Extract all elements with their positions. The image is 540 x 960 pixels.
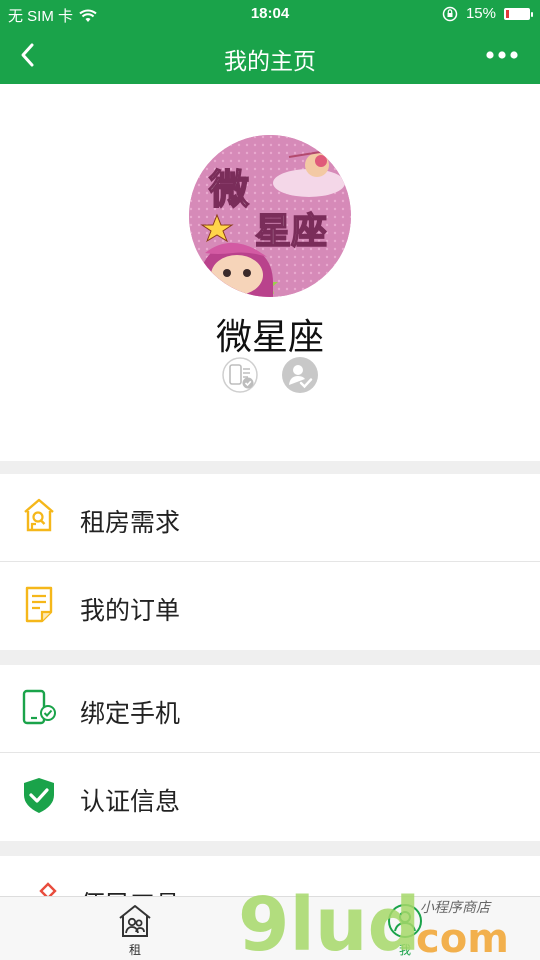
avatar-text-2: 星座: [255, 211, 327, 252]
tab-label: 我: [398, 943, 411, 957]
user-profile-icon: [388, 904, 422, 938]
orientation-lock-icon: [442, 6, 458, 21]
menu-item-rent-demand[interactable]: 租房需求: [0, 474, 540, 562]
identity-verified-icon[interactable]: [281, 356, 319, 394]
more-dots-icon[interactable]: [484, 45, 520, 65]
avatar-text-1: 微: [208, 167, 249, 213]
verification-badges: [0, 356, 540, 394]
rent-house-icon: [119, 905, 151, 937]
menu-item-label: 租房需求: [80, 509, 181, 537]
menu-item-bind-phone[interactable]: 绑定手机: [0, 665, 540, 753]
nav-bar: 我的主页: [0, 28, 540, 84]
tab-bar: 租 我: [0, 896, 540, 960]
phone-verified-icon[interactable]: [221, 356, 259, 394]
menu-group-primary: 租房需求 我的订单: [0, 474, 540, 650]
status-right: 15%: [442, 5, 533, 22]
battery-level: [506, 9, 509, 18]
page-title: 我的主页: [224, 48, 316, 74]
tab-rent[interactable]: 租: [108, 903, 162, 959]
menu-item-label: 我的订单: [80, 597, 181, 625]
battery-icon: [504, 7, 533, 20]
username: 微星座: [215, 316, 324, 357]
avatar-image: 微 星座: [189, 135, 351, 297]
menu-item-label: 绑定手机: [80, 700, 181, 728]
menu-item-label: 认证信息: [80, 788, 181, 816]
avatar[interactable]: 微 星座: [189, 135, 351, 297]
order-document-icon: [25, 586, 53, 623]
tab-me[interactable]: 我: [378, 903, 432, 959]
house-search-icon: [24, 498, 54, 532]
tab-label: 租: [128, 943, 141, 957]
profile-card: 微 星座 微星座: [0, 84, 540, 461]
menu-item-my-orders[interactable]: 我的订单: [0, 562, 540, 650]
status-bar: 无 SIM 卡 18:04 15%: [0, 0, 540, 28]
menu-item-verification[interactable]: 认证信息: [0, 753, 540, 841]
menu-group-security: 绑定手机 认证信息: [0, 665, 540, 841]
battery-percent: 15%: [465, 5, 496, 22]
phone-bind-icon: [22, 689, 56, 725]
shield-check-icon: [24, 778, 54, 813]
